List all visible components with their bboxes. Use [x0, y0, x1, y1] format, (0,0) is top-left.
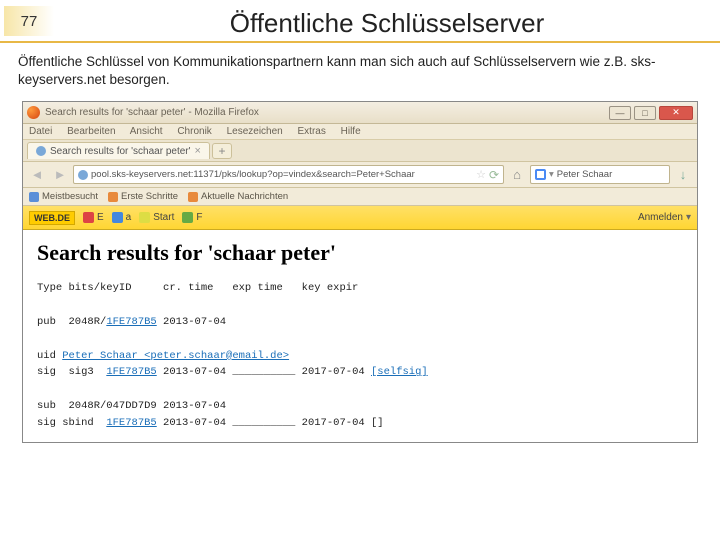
star-icon [139, 212, 150, 223]
slide-title: Öffentliche Schlüsselserver [54, 6, 720, 39]
portal-link-b[interactable]: a [112, 212, 132, 223]
menu-ansicht[interactable]: Ansicht [130, 126, 163, 137]
window-titlebar: Search results for 'schaar peter' - Mozi… [23, 102, 697, 124]
bookmark-star-icon[interactable]: ☆ [476, 168, 486, 181]
bookmark-erste-schritte[interactable]: Erste Schritte [108, 191, 178, 202]
home-button[interactable]: ⌂ [507, 166, 527, 184]
url-field[interactable]: pool.sks-keyservers.net:11371/pks/lookup… [73, 165, 504, 184]
new-tab-button[interactable]: + [212, 143, 232, 159]
page-content: Search results for 'schaar peter' Type b… [23, 230, 697, 441]
results-listing: Type bits/keyID cr. time exp time key ex… [37, 280, 683, 431]
maximize-button[interactable]: □ [634, 106, 656, 120]
icon [182, 212, 193, 223]
webde-logo[interactable]: WEB.DE [29, 211, 75, 225]
tab-strip: Search results for 'schaar peter' × + [23, 140, 697, 162]
search-box[interactable]: ▾ Peter Schaar [530, 165, 670, 184]
menu-hilfe[interactable]: Hilfe [341, 126, 361, 137]
navigation-toolbar: ◄ ► pool.sks-keyservers.net:11371/pks/lo… [23, 162, 697, 188]
downloads-button[interactable]: ↓ [673, 166, 693, 184]
bookmark-meistbesucht[interactable]: Meistbesucht [29, 191, 98, 202]
bookmarks-toolbar: Meistbesucht Erste Schritte Aktuelle Nac… [23, 188, 697, 206]
url-text: pool.sks-keyservers.net:11371/pks/lookup… [91, 169, 473, 180]
sbind-key-link[interactable]: 1FE787B5 [106, 417, 156, 429]
tab-close-icon[interactable]: × [195, 145, 201, 157]
firefox-icon [27, 106, 40, 119]
reload-icon[interactable]: ⟳ [489, 168, 499, 182]
selfsig-link[interactable]: [selfsig] [371, 366, 428, 378]
favicon-icon [36, 146, 46, 156]
results-heading: Search results for 'schaar peter' [37, 240, 683, 266]
tab-active[interactable]: Search results for 'schaar peter' × [27, 142, 210, 159]
menu-chronik[interactable]: Chronik [177, 126, 211, 137]
globe-icon [78, 170, 88, 180]
search-value: Peter Schaar [557, 169, 612, 180]
menu-bearbeiten[interactable]: Bearbeiten [67, 126, 115, 137]
browser-window: Search results for 'schaar peter' - Mozi… [22, 101, 698, 442]
folder-icon [29, 192, 39, 202]
tab-label: Search results for 'schaar peter' [50, 146, 191, 157]
menu-bar: Datei Bearbeiten Ansicht Chronik Lesezei… [23, 124, 697, 140]
menu-lesezeichen[interactable]: Lesezeichen [227, 126, 283, 137]
key-id-link[interactable]: 1FE787B5 [106, 316, 156, 328]
slide-number: 77 [4, 6, 54, 36]
menu-extras[interactable]: Extras [298, 126, 326, 137]
minimize-button[interactable]: — [609, 106, 631, 120]
google-icon [535, 169, 546, 180]
portal-link-start[interactable]: Start [139, 212, 174, 223]
page-icon [108, 192, 118, 202]
sig-key-link[interactable]: 1FE787B5 [106, 366, 156, 378]
webde-toolbar: WEB.DE E a Start F Anmelden ▾ [23, 206, 697, 230]
portal-login[interactable]: Anmelden ▾ [638, 212, 691, 223]
back-button[interactable]: ◄ [27, 166, 47, 184]
portal-link-d[interactable]: F [182, 212, 202, 223]
slide-body-text: Öffentliche Schlüssel von Kommunikations… [0, 49, 720, 97]
portal-link-a[interactable]: E [83, 212, 104, 223]
menu-datei[interactable]: Datei [29, 126, 52, 137]
mail-icon [83, 212, 94, 223]
forward-button[interactable]: ► [50, 166, 70, 184]
bookmark-aktuelle-nachrichten[interactable]: Aktuelle Nachrichten [188, 191, 288, 202]
window-title: Search results for 'schaar peter' - Mozi… [45, 107, 609, 118]
icon [112, 212, 123, 223]
close-button[interactable]: ✕ [659, 106, 693, 120]
uid-link[interactable]: Peter Schaar <peter.schaar@email.de> [62, 350, 289, 362]
rss-icon [188, 192, 198, 202]
